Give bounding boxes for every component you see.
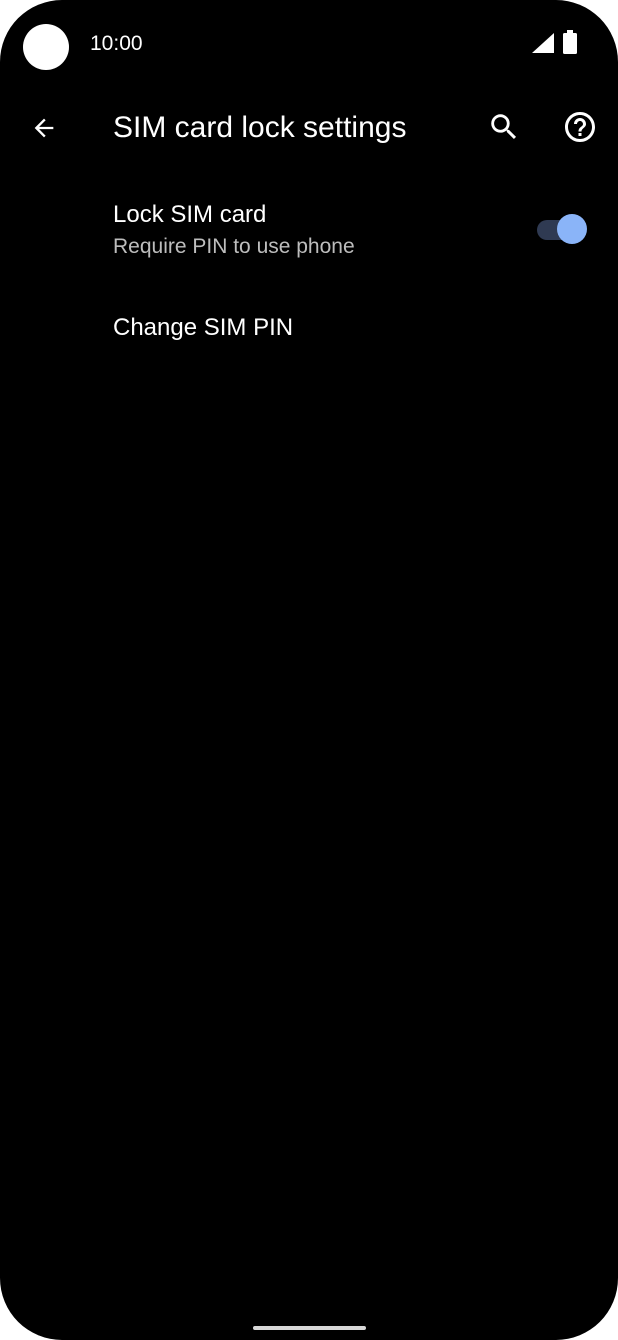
help-button[interactable] (556, 103, 604, 151)
cellular-signal-icon (532, 33, 554, 53)
phone-screen: 10:00 SIM card lock settings Lock SIM ca… (0, 0, 618, 1340)
page-title: SIM card lock settings (113, 111, 407, 144)
battery-icon (563, 30, 577, 54)
front-camera (23, 24, 69, 70)
lock-sim-card-toggle[interactable] (537, 214, 589, 244)
lock-sim-card-title: Lock SIM card (113, 201, 267, 228)
lock-sim-card-summary: Require PIN to use phone (113, 235, 355, 258)
toggle-thumb (557, 214, 587, 244)
search-icon (491, 114, 517, 140)
change-sim-pin-preference[interactable]: Change SIM PIN (0, 290, 618, 370)
status-bar-time: 10:00 (90, 32, 143, 55)
back-button[interactable] (20, 104, 68, 152)
lock-sim-card-preference[interactable]: Lock SIM card Require PIN to use phone (0, 182, 618, 278)
change-sim-pin-title: Change SIM PIN (113, 314, 294, 341)
arrow-back-icon (34, 118, 54, 138)
search-button[interactable] (480, 103, 528, 151)
help-icon (565, 112, 595, 142)
home-indicator[interactable] (253, 1326, 366, 1330)
